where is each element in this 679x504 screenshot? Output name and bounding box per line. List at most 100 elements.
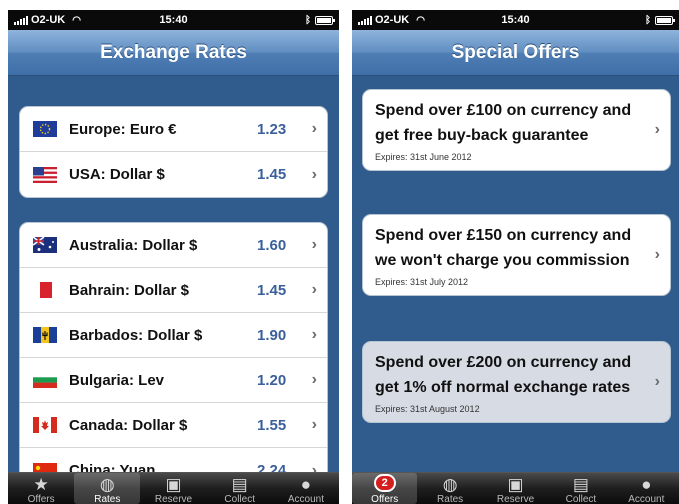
offer-title: Spend over £200 on currency and get 1% o…: [375, 354, 632, 396]
nav-bar-title: Exchange Rates: [8, 30, 339, 76]
offer-card[interactable]: Spend over £150 on currency and we won't…: [362, 214, 671, 296]
battery-icon: [315, 15, 335, 25]
currency-rate: 1.45: [257, 166, 287, 183]
currency-name: Canada: Dollar $: [69, 416, 188, 434]
chevron-right-icon: ›: [311, 281, 317, 298]
ca-flag-icon: [33, 417, 57, 433]
carrier-name: O2-UK: [375, 14, 410, 26]
offer-card[interactable]: Spend over £100 on currency and get free…: [362, 89, 671, 171]
tab-collect[interactable]: ▤ Collect: [548, 473, 613, 504]
tab-label: Collect: [224, 494, 255, 504]
tab-rates[interactable]: ◍ Rates: [74, 473, 141, 504]
currency-rate: 1.60: [257, 236, 287, 254]
currency-name: Barbados: Dollar $: [69, 326, 203, 344]
offer-title: Spend over £100 on currency and get free…: [375, 102, 632, 144]
chevron-right-icon: ›: [311, 461, 317, 473]
globe-icon: ◍: [442, 475, 458, 494]
briefcase-icon: ▤: [231, 475, 248, 494]
rate-row-barbados[interactable]: Barbados: Dollar $ 1.90 ›: [20, 313, 327, 358]
currency-name: Bahrain: Dollar $: [69, 281, 190, 299]
person-icon: ●: [300, 475, 312, 494]
carrier-indicator: O2-UK ◠: [14, 14, 81, 26]
chevron-right-icon: ›: [311, 120, 317, 137]
rate-row-canada[interactable]: Canada: Dollar $ 1.55 ›: [20, 403, 327, 448]
tab-account[interactable]: ● Account: [273, 473, 339, 504]
chevron-right-icon: ›: [654, 121, 660, 138]
tab-bar: 2 ★ Offers ◍ Rates ▣ Reserve ▤ Collect ●…: [352, 472, 679, 504]
currency-rate: 1.23: [257, 120, 287, 138]
au-flag-icon: [32, 236, 57, 253]
offer-card-selected[interactable]: Spend over £200 on currency and get 1% o…: [362, 341, 671, 423]
status-bar: O2-UK ◠ 15:40 ᛒ: [8, 10, 339, 30]
battery-icon: [655, 15, 675, 25]
tab-collect[interactable]: ▤ Collect: [207, 473, 273, 504]
currency-rate: 1.90: [257, 326, 287, 344]
offer-expiry: Expires: 31st June 2012: [375, 152, 472, 162]
bluetooth-icon: ᛒ: [305, 14, 311, 26]
carrier-name: O2-UK: [31, 14, 66, 26]
currency-name: USA: Dollar $: [69, 166, 165, 183]
special-offers-screen: O2-UK ◠ 15:40 ᛒ Special Offers Spend ove…: [352, 10, 679, 504]
featured-rates-group: Europe: Euro € 1.23 › USA: Dollar $ 1.45…: [19, 106, 328, 198]
rate-row-australia[interactable]: Australia: Dollar $ 1.60 ›: [20, 223, 327, 268]
cn-flag-icon: [33, 462, 57, 472]
rates-list: Europe: Euro € 1.23 › USA: Dollar $ 1.45…: [8, 76, 339, 472]
exchange-rates-screen: O2-UK ◠ 15:40 ᛒ Exchange Rates Europe: E…: [8, 10, 339, 504]
star-icon: ★: [33, 475, 49, 494]
carrier-indicator: O2-UK ◠: [358, 14, 425, 26]
rate-row-usa[interactable]: USA: Dollar $ 1.45 ›: [20, 152, 327, 197]
currency-rate: 1.20: [257, 371, 287, 389]
chevron-right-icon: ›: [654, 373, 660, 390]
rate-row-europe[interactable]: Europe: Euro € 1.23 ›: [20, 107, 327, 152]
chevron-right-icon: ›: [654, 246, 660, 263]
nav-bar-title: Special Offers: [352, 30, 679, 76]
globe-icon: ◍: [99, 475, 115, 494]
person-icon: ●: [641, 475, 652, 494]
currency-name: Australia: Dollar $: [69, 236, 198, 254]
briefcase-icon: ▤: [572, 475, 589, 494]
tab-label: Account: [628, 494, 665, 504]
tab-label: Reserve: [496, 494, 535, 504]
signal-icon: [14, 15, 28, 25]
wifi-icon: ◠: [416, 14, 425, 26]
rate-row-china[interactable]: China: Yuan 2.24 ›: [20, 448, 327, 472]
currency-rate: 1.55: [257, 416, 287, 434]
offers-list: Spend over £100 on currency and get free…: [352, 76, 679, 472]
bh-flag-icon: [33, 282, 57, 298]
signal-icon: [358, 15, 372, 25]
safe-icon: ▣: [507, 475, 524, 494]
tab-reserve[interactable]: ▣ Reserve: [483, 473, 548, 504]
bluetooth-icon: ᛒ: [645, 14, 651, 26]
chevron-right-icon: ›: [311, 371, 317, 388]
offer-expiry: Expires: 31st August 2012: [375, 404, 480, 414]
currency-rate: 2.24: [257, 462, 287, 472]
wifi-icon: ◠: [72, 14, 81, 26]
tab-offers[interactable]: ★ Offers: [8, 473, 74, 504]
eu-flag-icon: [33, 121, 57, 137]
tab-offers[interactable]: 2 ★ Offers: [352, 473, 418, 504]
tab-label: Collect: [565, 494, 597, 504]
chevron-right-icon: ›: [311, 165, 317, 183]
safe-icon: ▣: [165, 475, 182, 494]
bb-flag-icon: [33, 327, 57, 343]
tab-bar: ★ Offers ◍ Rates ▣ Reserve ▤ Collect ● A…: [8, 472, 339, 504]
status-bar: O2-UK ◠ 15:40 ᛒ: [352, 10, 679, 30]
rate-row-bulgaria[interactable]: Bulgaria: Lev 1.20 ›: [20, 358, 327, 403]
chevron-right-icon: ›: [311, 326, 317, 343]
offer-title: Spend over £150 on currency and we won't…: [375, 227, 632, 269]
us-flag-icon: [33, 166, 57, 183]
tab-label: Reserve: [154, 494, 193, 504]
chevron-right-icon: ›: [311, 236, 317, 253]
offer-expiry: Expires: 31st July 2012: [375, 277, 469, 287]
tab-account[interactable]: ● Account: [614, 473, 679, 504]
currency-rate: 1.45: [257, 281, 287, 299]
all-rates-group: Australia: Dollar $ 1.60 › Bahrain: Doll…: [19, 222, 328, 472]
tab-label: Offers: [27, 494, 55, 504]
tab-reserve[interactable]: ▣ Reserve: [140, 473, 206, 504]
chevron-right-icon: ›: [311, 416, 317, 433]
tab-label: Rates: [94, 494, 121, 504]
tab-label: Offers: [371, 494, 399, 504]
tab-rates[interactable]: ◍ Rates: [417, 473, 482, 504]
rate-row-bahrain[interactable]: Bahrain: Dollar $ 1.45 ›: [20, 268, 327, 313]
bg-flag-icon: [33, 372, 57, 388]
